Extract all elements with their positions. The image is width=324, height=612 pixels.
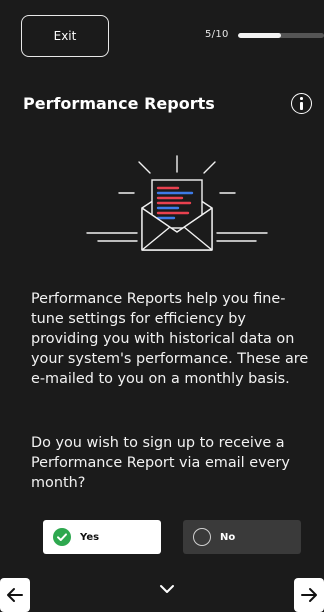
option-yes-label: Yes (80, 531, 100, 543)
next-button[interactable] (294, 578, 324, 612)
progress-bar-fill (238, 33, 281, 38)
question-text: Do you wish to sign up to receive a Perf… (31, 435, 290, 491)
arrow-right-icon (301, 588, 317, 602)
radio-unchecked-icon (193, 528, 211, 546)
option-no-label: No (220, 531, 236, 543)
info-icon[interactable] (291, 93, 312, 114)
exit-button[interactable]: Exit (21, 15, 109, 57)
option-yes[interactable]: Yes (43, 520, 161, 554)
back-button[interactable] (0, 578, 30, 612)
progress-bar (238, 33, 324, 38)
envelope-report-icon (86, 155, 268, 251)
description-text: Performance Reports help you fine-tune s… (31, 291, 309, 387)
chevron-down-icon[interactable] (158, 582, 176, 596)
progress-step-text: 5/10 (205, 29, 229, 40)
option-no[interactable]: No (183, 520, 301, 554)
page-title: Performance Reports (23, 94, 215, 113)
onboarding-screen: Exit 5/10 Performance Reports Performanc… (0, 0, 324, 612)
check-icon (53, 528, 71, 546)
arrow-left-icon (7, 588, 23, 602)
